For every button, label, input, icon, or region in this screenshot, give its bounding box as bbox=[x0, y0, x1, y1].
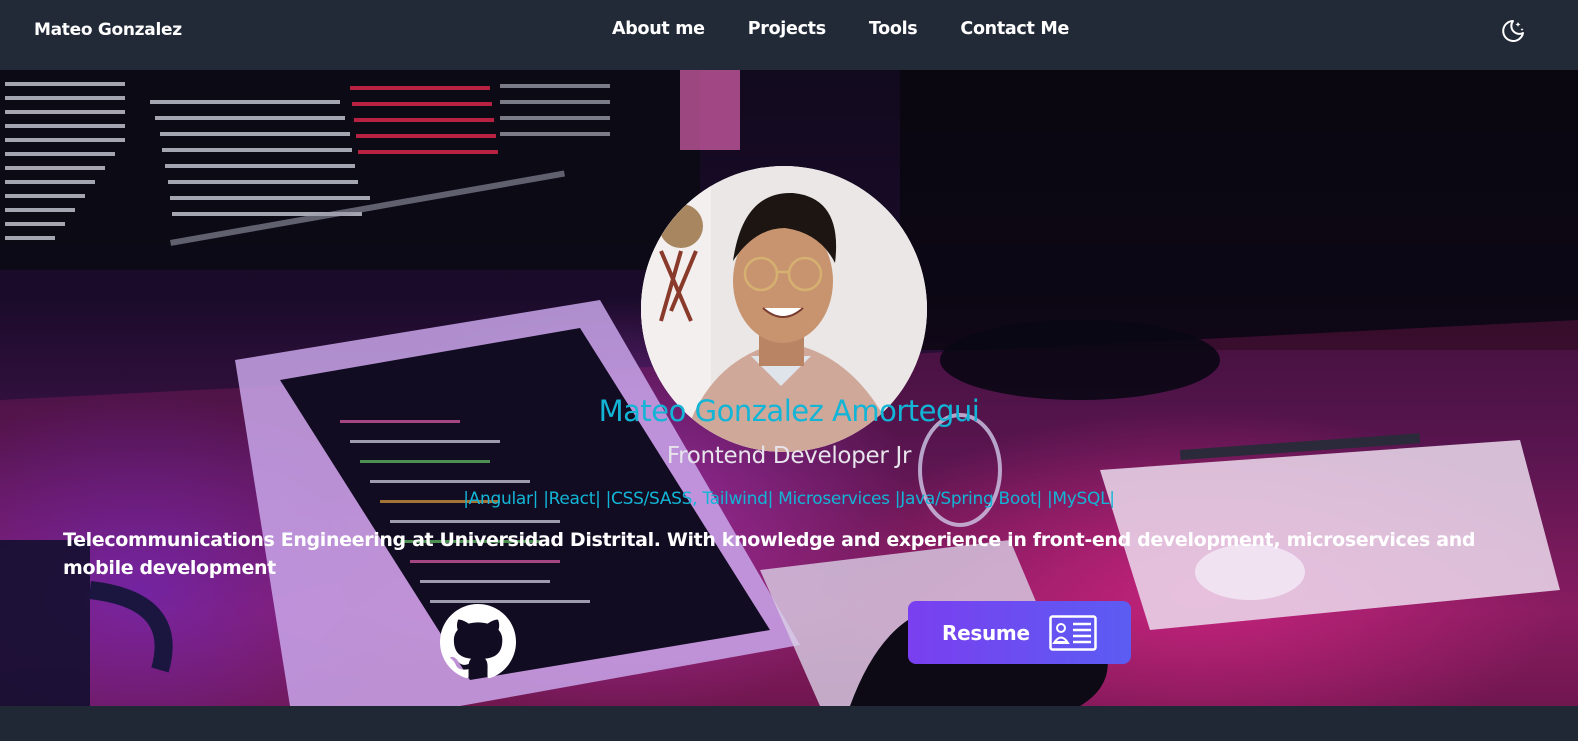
profile-name: Mateo Gonzalez Amortegui bbox=[598, 394, 980, 428]
nav-link-tools[interactable]: Tools bbox=[869, 19, 918, 39]
nav-link-contact[interactable]: Contact Me bbox=[960, 19, 1069, 39]
profile-bio: Telecommunications Engineering at Univer… bbox=[63, 529, 1476, 579]
resume-button[interactable]: Resume bbox=[908, 601, 1131, 664]
brand-name[interactable]: Mateo Gonzalez bbox=[34, 20, 182, 40]
resume-button-label: Resume bbox=[942, 620, 1030, 645]
nav-link-about[interactable]: About me bbox=[612, 19, 705, 39]
hero-section: Mateo Gonzalez Amortegui Frontend Develo… bbox=[0, 70, 1578, 706]
profile-role: Frontend Developer Jr bbox=[666, 443, 912, 469]
resume-card-icon bbox=[1049, 615, 1097, 651]
skills-list: |Angular| |React| |CSS/SASS, Tailwind| M… bbox=[463, 489, 1115, 509]
navbar: Mateo Gonzalez About me Projects Tools C… bbox=[0, 0, 1578, 70]
nav-links: About me Projects Tools Contact Me bbox=[612, 19, 1112, 39]
github-icon[interactable] bbox=[440, 604, 516, 680]
moon-stars-icon[interactable] bbox=[1499, 17, 1527, 45]
next-section-edge bbox=[0, 706, 1578, 741]
nav-link-projects[interactable]: Projects bbox=[748, 19, 826, 39]
